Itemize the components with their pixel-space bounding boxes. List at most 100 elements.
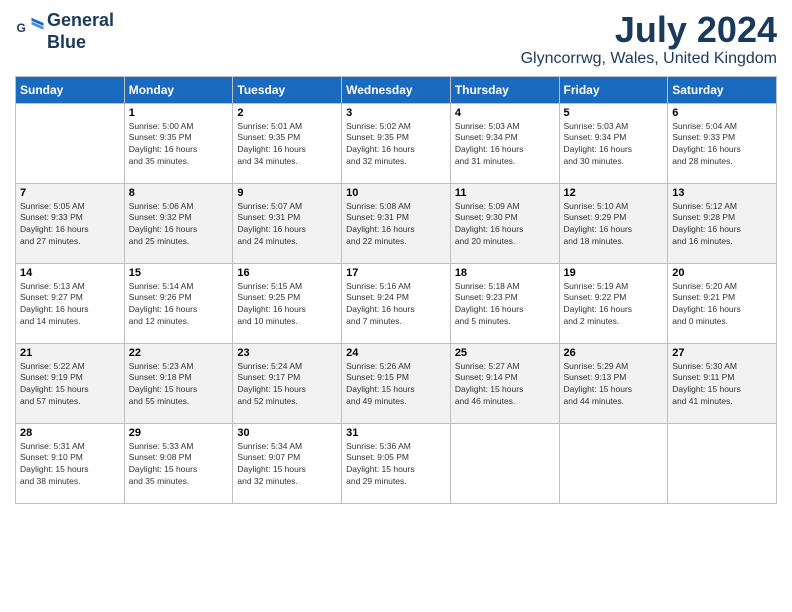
- day-cell: 10Sunrise: 5:08 AM Sunset: 9:31 PM Dayli…: [342, 183, 451, 263]
- day-number: 4: [455, 107, 555, 119]
- day-number: 7: [20, 187, 120, 199]
- day-cell: 24 Sunrise: 5:26 AM Sunset: 9:15 PM Dayli…: [342, 343, 451, 423]
- day-cell: 31 Sunrise: 5:36 AM Sunset: 9:05 PM Dayli…: [342, 423, 451, 503]
- day-number: 23: [237, 347, 337, 359]
- day-info: Sunrise: 5:02 AM Sunset: 9:35 PM Dayligh…: [346, 121, 446, 169]
- day-number: 14: [20, 267, 120, 279]
- day-info: Sunrise: 5:10 AM Sunset: 9:29 PM Dayligh…: [564, 201, 664, 249]
- title-section: July 2024 Glyncorrwg, Wales, United King…: [521, 10, 777, 68]
- day-number: 18: [455, 267, 555, 279]
- svg-text:G: G: [17, 21, 26, 35]
- day-info: Sunrise: 5:23 AM Sunset: 9:18 PM Dayligh…: [129, 361, 229, 409]
- day-cell: 28Sunrise: 5:31 AM Sunset: 9:10 PM Dayli…: [16, 423, 125, 503]
- header: G General Blue July 2024 Glyncorrwg, Wal…: [15, 10, 777, 68]
- day-info: Sunrise: 5:00 AM Sunset: 9:35 PM Dayligh…: [129, 121, 229, 169]
- week-row-3: 14 Sunrise: 5:13 AM Sunset: 9:27 PM Dayli…: [16, 263, 777, 343]
- week-row-4: 21Sunrise: 5:22 AM Sunset: 9:19 PM Dayli…: [16, 343, 777, 423]
- day-number: 19: [564, 267, 664, 279]
- header-cell-thursday: Thursday: [450, 76, 559, 103]
- day-cell: 3Sunrise: 5:02 AM Sunset: 9:35 PM Daylig…: [342, 103, 451, 183]
- day-cell: 7 Sunrise: 5:05 AM Sunset: 9:33 PM Daylig…: [16, 183, 125, 263]
- header-cell-wednesday: Wednesday: [342, 76, 451, 103]
- day-info: Sunrise: 5:15 AM Sunset: 9:25 PM Dayligh…: [237, 281, 337, 329]
- day-cell: 8Sunrise: 5:06 AM Sunset: 9:32 PM Daylig…: [124, 183, 233, 263]
- day-cell: 18 Sunrise: 5:18 AM Sunset: 9:23 PM Dayli…: [450, 263, 559, 343]
- header-cell-tuesday: Tuesday: [233, 76, 342, 103]
- day-info: Sunrise: 5:13 AM Sunset: 9:27 PM Dayligh…: [20, 281, 120, 329]
- day-info: Sunrise: 5:19 AM Sunset: 9:22 PM Dayligh…: [564, 281, 664, 329]
- day-number: 24: [346, 347, 446, 359]
- day-number: 5: [564, 107, 664, 119]
- header-row: SundayMondayTuesdayWednesdayThursdayFrid…: [16, 76, 777, 103]
- day-cell: [16, 103, 125, 183]
- day-number: 31: [346, 427, 446, 439]
- day-info: Sunrise: 5:29 AM Sunset: 9:13 PM Dayligh…: [564, 361, 664, 409]
- day-number: 29: [129, 427, 229, 439]
- day-cell: 25Sunrise: 5:27 AM Sunset: 9:14 PM Dayli…: [450, 343, 559, 423]
- day-info: Sunrise: 5:31 AM Sunset: 9:10 PM Dayligh…: [20, 441, 120, 489]
- day-info: Sunrise: 5:22 AM Sunset: 9:19 PM Dayligh…: [20, 361, 120, 409]
- day-info: Sunrise: 5:16 AM Sunset: 9:24 PM Dayligh…: [346, 281, 446, 329]
- logo: G General Blue: [15, 10, 114, 53]
- header-cell-saturday: Saturday: [668, 76, 777, 103]
- day-info: Sunrise: 5:36 AM Sunset: 9:05 PM Dayligh…: [346, 441, 446, 489]
- day-info: Sunrise: 5:01 AM Sunset: 9:35 PM Dayligh…: [237, 121, 337, 169]
- day-number: 1: [129, 107, 229, 119]
- day-cell: 2 Sunrise: 5:01 AM Sunset: 9:35 PM Daylig…: [233, 103, 342, 183]
- day-cell: 16 Sunrise: 5:15 AM Sunset: 9:25 PM Dayli…: [233, 263, 342, 343]
- day-info: Sunrise: 5:30 AM Sunset: 9:11 PM Dayligh…: [672, 361, 772, 409]
- logo-text: General Blue: [47, 10, 114, 53]
- page-container: G General Blue July 2024 Glyncorrwg, Wal…: [0, 0, 792, 514]
- day-cell: 4 Sunrise: 5:03 AM Sunset: 9:34 PM Daylig…: [450, 103, 559, 183]
- day-cell: [450, 423, 559, 503]
- day-cell: 30 Sunrise: 5:34 AM Sunset: 9:07 PM Dayli…: [233, 423, 342, 503]
- day-number: 15: [129, 267, 229, 279]
- day-cell: 9Sunrise: 5:07 AM Sunset: 9:31 PM Daylig…: [233, 183, 342, 263]
- header-cell-friday: Friday: [559, 76, 668, 103]
- calendar-body: 1 Sunrise: 5:00 AM Sunset: 9:35 PM Daylig…: [16, 103, 777, 503]
- day-cell: 19 Sunrise: 5:19 AM Sunset: 9:22 PM Dayli…: [559, 263, 668, 343]
- day-number: 20: [672, 267, 772, 279]
- day-info: Sunrise: 5:05 AM Sunset: 9:33 PM Dayligh…: [20, 201, 120, 249]
- day-info: Sunrise: 5:18 AM Sunset: 9:23 PM Dayligh…: [455, 281, 555, 329]
- day-number: 25: [455, 347, 555, 359]
- day-cell: 14 Sunrise: 5:13 AM Sunset: 9:27 PM Dayli…: [16, 263, 125, 343]
- week-row-2: 7 Sunrise: 5:05 AM Sunset: 9:33 PM Daylig…: [16, 183, 777, 263]
- day-info: Sunrise: 5:03 AM Sunset: 9:34 PM Dayligh…: [455, 121, 555, 169]
- day-cell: [668, 423, 777, 503]
- day-number: 16: [237, 267, 337, 279]
- logo-line1: General: [47, 10, 114, 32]
- day-cell: 21Sunrise: 5:22 AM Sunset: 9:19 PM Dayli…: [16, 343, 125, 423]
- day-cell: 11Sunrise: 5:09 AM Sunset: 9:30 PM Dayli…: [450, 183, 559, 263]
- day-number: 26: [564, 347, 664, 359]
- day-info: Sunrise: 5:24 AM Sunset: 9:17 PM Dayligh…: [237, 361, 337, 409]
- day-info: Sunrise: 5:26 AM Sunset: 9:15 PM Dayligh…: [346, 361, 446, 409]
- day-cell: 26 Sunrise: 5:29 AM Sunset: 9:13 PM Dayli…: [559, 343, 668, 423]
- day-info: Sunrise: 5:08 AM Sunset: 9:31 PM Dayligh…: [346, 201, 446, 249]
- day-info: Sunrise: 5:12 AM Sunset: 9:28 PM Dayligh…: [672, 201, 772, 249]
- logo-icon: G: [15, 17, 45, 47]
- week-row-5: 28Sunrise: 5:31 AM Sunset: 9:10 PM Dayli…: [16, 423, 777, 503]
- day-number: 12: [564, 187, 664, 199]
- day-number: 8: [129, 187, 229, 199]
- calendar-table: SundayMondayTuesdayWednesdayThursdayFrid…: [15, 76, 777, 504]
- day-number: 30: [237, 427, 337, 439]
- day-cell: 17 Sunrise: 5:16 AM Sunset: 9:24 PM Dayli…: [342, 263, 451, 343]
- day-number: 22: [129, 347, 229, 359]
- calendar-subtitle: Glyncorrwg, Wales, United Kingdom: [521, 50, 777, 68]
- day-cell: 5Sunrise: 5:03 AM Sunset: 9:34 PM Daylig…: [559, 103, 668, 183]
- day-cell: 6Sunrise: 5:04 AM Sunset: 9:33 PM Daylig…: [668, 103, 777, 183]
- day-cell: 13Sunrise: 5:12 AM Sunset: 9:28 PM Dayli…: [668, 183, 777, 263]
- calendar-title: July 2024: [521, 10, 777, 50]
- day-number: 11: [455, 187, 555, 199]
- day-cell: 23 Sunrise: 5:24 AM Sunset: 9:17 PM Dayli…: [233, 343, 342, 423]
- day-info: Sunrise: 5:34 AM Sunset: 9:07 PM Dayligh…: [237, 441, 337, 489]
- day-number: 9: [237, 187, 337, 199]
- day-cell: 29 Sunrise: 5:33 AM Sunset: 9:08 PM Dayli…: [124, 423, 233, 503]
- header-cell-sunday: Sunday: [16, 76, 125, 103]
- day-info: Sunrise: 5:33 AM Sunset: 9:08 PM Dayligh…: [129, 441, 229, 489]
- day-cell: 1 Sunrise: 5:00 AM Sunset: 9:35 PM Daylig…: [124, 103, 233, 183]
- day-number: 6: [672, 107, 772, 119]
- day-number: 17: [346, 267, 446, 279]
- day-number: 2: [237, 107, 337, 119]
